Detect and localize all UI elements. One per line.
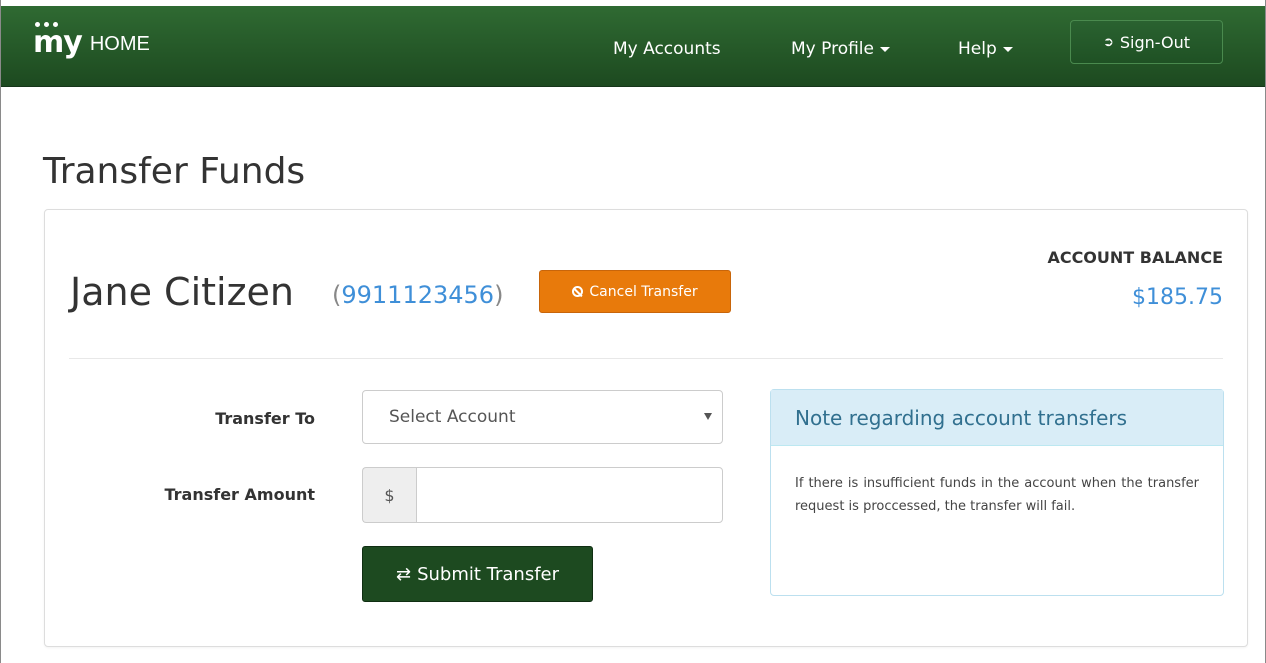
transfer-panel: Jane Citizen (9911123456) Cancel Transfe… xyxy=(44,209,1248,647)
nav-my-profile[interactable]: My Profile xyxy=(791,39,890,59)
caret-down-icon xyxy=(1002,46,1013,52)
caret-down-icon xyxy=(880,46,890,52)
account-number: (9911123456) xyxy=(332,280,503,310)
app-window: my HOME My Accounts My Profile Help ➲ Si… xyxy=(0,0,1266,663)
transfer-to-select[interactable]: Select Account xyxy=(362,390,723,444)
sign-out-label: Sign-Out xyxy=(1119,32,1191,52)
sign-out-icon: ➲ xyxy=(1102,34,1114,50)
brand[interactable]: my HOME xyxy=(33,22,150,60)
top-navbar: my HOME My Accounts My Profile Help ➲ Si… xyxy=(1,6,1265,87)
transfer-note-panel: Note regarding account transfers If ther… xyxy=(770,389,1224,596)
account-balance-value: $185.75 xyxy=(1132,285,1223,310)
brand-logo-dots xyxy=(35,22,58,27)
note-title: Note regarding account transfers xyxy=(771,390,1223,446)
transfer-amount-label: Transfer Amount xyxy=(164,485,315,504)
nav-my-profile-label: My Profile xyxy=(791,39,874,59)
transfer-to-label: Transfer To xyxy=(215,409,315,428)
ban-icon xyxy=(572,286,584,297)
account-number-value: 9911123456 xyxy=(341,281,495,309)
submit-transfer-label: Submit Transfer xyxy=(417,563,560,585)
cancel-transfer-label: Cancel Transfer xyxy=(589,283,698,300)
nav-help-label: Help xyxy=(958,39,997,59)
nav-my-accounts-label: My Accounts xyxy=(613,39,721,59)
transfer-amount-group: $ xyxy=(362,467,723,523)
nav-help[interactable]: Help xyxy=(958,39,1013,59)
brand-logo: my xyxy=(33,22,83,60)
note-body: If there is insufficient funds in the ac… xyxy=(795,476,1199,514)
chevron-down-icon xyxy=(704,413,712,420)
exchange-icon: ⇄ xyxy=(395,563,412,585)
sign-out-button[interactable]: ➲ Sign-Out xyxy=(1070,20,1223,64)
account-number-open-paren: ( xyxy=(332,281,342,309)
transfer-amount-input[interactable] xyxy=(416,467,723,523)
page-title: Transfer Funds xyxy=(43,151,306,192)
account-holder-name: Jane Citizen xyxy=(70,270,294,314)
transfer-to-select-value: Select Account xyxy=(389,407,516,427)
brand-home-text: HOME xyxy=(89,33,150,55)
currency-addon: $ xyxy=(362,467,416,523)
divider xyxy=(69,358,1223,359)
cancel-transfer-button[interactable]: Cancel Transfer xyxy=(539,270,731,313)
submit-transfer-button[interactable]: ⇄ Submit Transfer xyxy=(362,546,593,602)
account-number-close-paren: ) xyxy=(494,281,504,309)
account-balance-label: ACCOUNT BALANCE xyxy=(1047,248,1223,267)
nav-my-accounts[interactable]: My Accounts xyxy=(613,39,721,59)
brand-logo-text: my xyxy=(33,25,83,60)
